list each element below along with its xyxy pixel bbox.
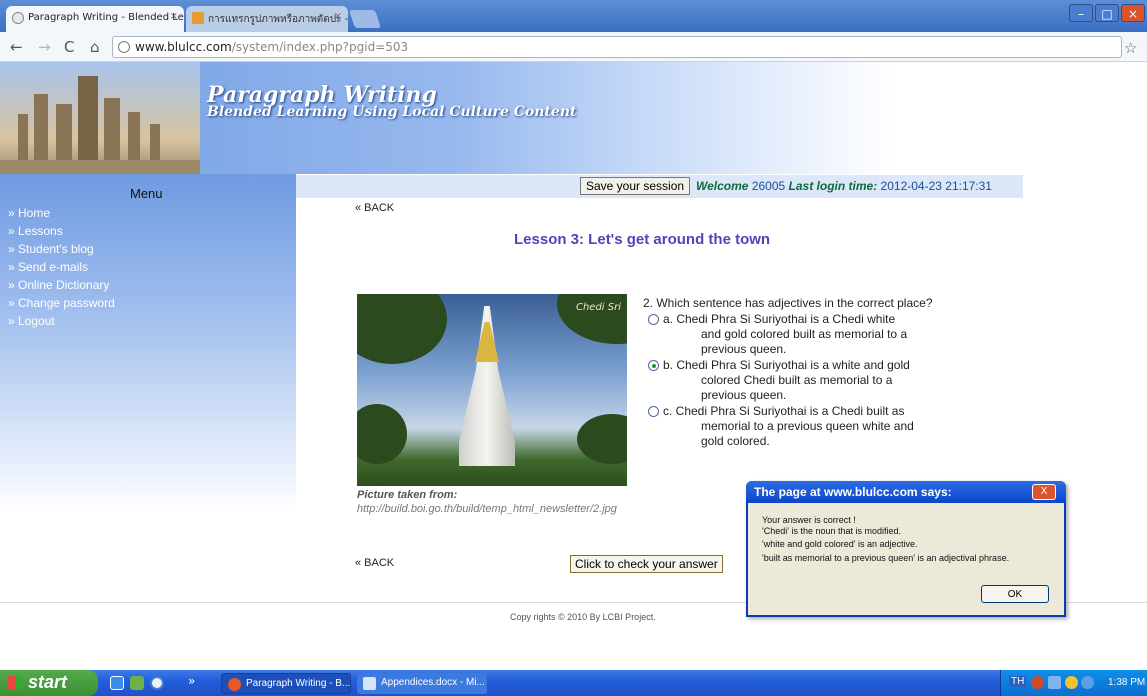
quicklaunch-overflow-icon[interactable]: » bbox=[188, 674, 195, 688]
chrome-icon[interactable] bbox=[150, 676, 164, 690]
last-login-label: Last login time: bbox=[788, 179, 878, 193]
taskbar-item-appendices-docx[interactable]: Appendices.docx - Mi... bbox=[357, 673, 487, 694]
globe-icon bbox=[118, 41, 130, 53]
tab-thai-page[interactable]: การแทรกรูปภาพหรือภาพตัดปะ - × bbox=[186, 6, 348, 32]
forward-arrow-icon[interactable]: → bbox=[38, 38, 51, 56]
network-icon[interactable] bbox=[1048, 676, 1061, 689]
internet-explorer-icon[interactable] bbox=[110, 676, 124, 690]
dialog-title: The page at www.blulcc.com says: bbox=[754, 485, 952, 499]
dialog-line: 'Chedi' is the noun that is modified. bbox=[762, 526, 902, 536]
last-login-time: 2012-04-23 21:17:31 bbox=[880, 179, 992, 193]
windows-logo-icon bbox=[8, 676, 22, 690]
option-b[interactable]: b. Chedi Phra Si Suriyothai is a white a… bbox=[643, 358, 933, 403]
dialog-line: 'white and gold colored' is an adjective… bbox=[762, 539, 918, 549]
chrome-icon bbox=[228, 678, 241, 691]
welcome-label: Welcome bbox=[696, 179, 749, 193]
option-b-label: b. Chedi Phra Si Suriyothai is a white a… bbox=[663, 358, 910, 372]
photo-source-url: http://build.boi.go.th/build/temp_html_n… bbox=[357, 503, 617, 515]
dialog-message: Your answer is correct ! 'Chedi' is the … bbox=[762, 515, 1009, 564]
window-maximize-button[interactable]: □ bbox=[1095, 4, 1119, 22]
site-banner: Paragraph Writing Blended Learning Using… bbox=[0, 62, 1147, 174]
media-player-icon[interactable] bbox=[130, 676, 144, 690]
photo-watermark: Chedi Sri bbox=[575, 302, 621, 313]
photo-caption: Picture taken from: bbox=[357, 489, 458, 501]
option-b-rest: colored Chedi built as memorial to a pre… bbox=[701, 373, 893, 402]
dialog-close-button[interactable]: X bbox=[1032, 484, 1056, 500]
tab-close-icon[interactable]: × bbox=[334, 11, 342, 22]
start-button[interactable]: start bbox=[0, 670, 98, 696]
option-a-label: a. Chedi Phra Si Suriyothai is a Chedi w… bbox=[663, 312, 896, 326]
user-status-icon[interactable] bbox=[1081, 676, 1094, 689]
user-id: 26005 bbox=[751, 179, 786, 193]
language-indicator[interactable]: TH bbox=[1009, 676, 1027, 687]
security-icon[interactable] bbox=[1065, 676, 1078, 689]
menu-item-logout[interactable]: Logout bbox=[8, 312, 115, 330]
reload-icon[interactable]: C bbox=[64, 38, 74, 56]
system-tray: TH 1:38 PM bbox=[1000, 670, 1147, 696]
task-label: Paragraph Writing - B... bbox=[246, 678, 351, 689]
back-link-top[interactable]: « BACK bbox=[355, 202, 394, 214]
menu-item-lessons[interactable]: Lessons bbox=[8, 222, 115, 240]
dialog-ok-button[interactable]: OK bbox=[981, 585, 1049, 603]
lesson-title: Lesson 3: Let's get around the town bbox=[514, 231, 771, 248]
browser-tab-strip: Paragraph Writing - Blended Le × การแทรก… bbox=[0, 0, 1147, 32]
window-minimize-button[interactable]: – bbox=[1069, 4, 1093, 22]
browser-toolbar: ← → C ⌂ www.blulcc.com/system/index.php?… bbox=[0, 32, 1147, 62]
tab-close-icon[interactable]: × bbox=[170, 11, 178, 22]
session-bar: Save your session Welcome 26005 Last log… bbox=[296, 175, 1023, 198]
menu-item-change-password[interactable]: Change password bbox=[8, 294, 115, 312]
menu-item-online-dictionary[interactable]: Online Dictionary bbox=[8, 276, 115, 294]
option-c-label: c. Chedi Phra Si Suriyothai is a Chedi b… bbox=[663, 404, 905, 418]
welcome-text: Welcome 26005 Last login time: 2012-04-2… bbox=[696, 179, 992, 193]
window-close-button[interactable]: × bbox=[1121, 4, 1145, 22]
option-c-rest: memorial to a previous queen white and g… bbox=[701, 419, 914, 448]
quiz-question: 2. Which sentence has adjectives in the … bbox=[643, 296, 933, 449]
task-label: Appendices.docx - Mi... bbox=[381, 677, 485, 688]
dialog-line: Your answer is correct ! bbox=[762, 515, 856, 525]
menu-item-home[interactable]: Home bbox=[8, 204, 115, 222]
url-path: /system/index.php?pgid=503 bbox=[231, 40, 409, 54]
radio-option-c[interactable] bbox=[648, 406, 659, 417]
tab-title: การแทรกรูปภาพหรือภาพตัดปะ - bbox=[208, 14, 348, 25]
radio-option-a[interactable] bbox=[648, 314, 659, 325]
back-link-bottom[interactable]: « BACK bbox=[355, 557, 394, 569]
menu-title: Menu bbox=[130, 186, 163, 201]
menu-item-send-emails[interactable]: Send e-mails bbox=[8, 258, 115, 276]
back-arrow-icon[interactable]: ← bbox=[10, 38, 23, 56]
alert-dialog: The page at www.blulcc.com says: X Your … bbox=[746, 481, 1066, 617]
question-text: 2. Which sentence has adjectives in the … bbox=[643, 296, 933, 310]
temple-banner-image bbox=[0, 62, 200, 174]
word-document-icon bbox=[363, 677, 376, 690]
tab-paragraph-writing[interactable]: Paragraph Writing - Blended Le × bbox=[6, 6, 184, 32]
option-c[interactable]: c. Chedi Phra Si Suriyothai is a Chedi b… bbox=[643, 404, 933, 449]
sidebar-menu: Menu Home Lessons Student's blog Send e-… bbox=[0, 174, 296, 514]
menu-list: Home Lessons Student's blog Send e-mails… bbox=[8, 204, 115, 330]
page-favicon-icon bbox=[12, 12, 24, 24]
tray-arrow-icon[interactable] bbox=[1031, 676, 1044, 689]
radio-option-b[interactable] bbox=[648, 360, 659, 371]
url-host: www.blulcc.com bbox=[135, 40, 232, 54]
site-subtitle: Blended Learning Using Local Culture Con… bbox=[207, 104, 577, 120]
new-tab-button[interactable] bbox=[349, 10, 381, 28]
dialog-line: 'built as memorial to a previous queen' … bbox=[762, 553, 1010, 563]
page-content: Paragraph Writing Blended Learning Using… bbox=[0, 62, 1147, 670]
home-icon[interactable]: ⌂ bbox=[90, 38, 100, 56]
taskbar-item-paragraph-writing[interactable]: Paragraph Writing - B... bbox=[221, 673, 351, 694]
copyright-text: Copy rights © 2010 By LCBI Project. bbox=[510, 612, 656, 622]
address-bar[interactable]: www.blulcc.com/system/index.php?pgid=503 bbox=[112, 36, 1122, 58]
windows-taskbar: start » Paragraph Writing - B... Appendi… bbox=[0, 670, 1147, 696]
bookmark-star-icon[interactable]: ☆ bbox=[1124, 39, 1137, 57]
start-label: start bbox=[28, 672, 68, 692]
office-favicon-icon bbox=[192, 12, 204, 24]
check-answer-button[interactable]: Click to check your answer bbox=[570, 555, 723, 573]
save-session-button[interactable]: Save your session bbox=[580, 177, 691, 195]
clock: 1:38 PM bbox=[1108, 677, 1146, 688]
option-a[interactable]: a. Chedi Phra Si Suriyothai is a Chedi w… bbox=[643, 312, 933, 357]
chedi-photo: Chedi Sri bbox=[357, 294, 627, 486]
menu-item-students-blog[interactable]: Student's blog bbox=[8, 240, 115, 258]
option-a-rest: and gold colored built as memorial to a … bbox=[701, 327, 908, 356]
tab-title: Paragraph Writing - Blended Le bbox=[28, 12, 184, 23]
